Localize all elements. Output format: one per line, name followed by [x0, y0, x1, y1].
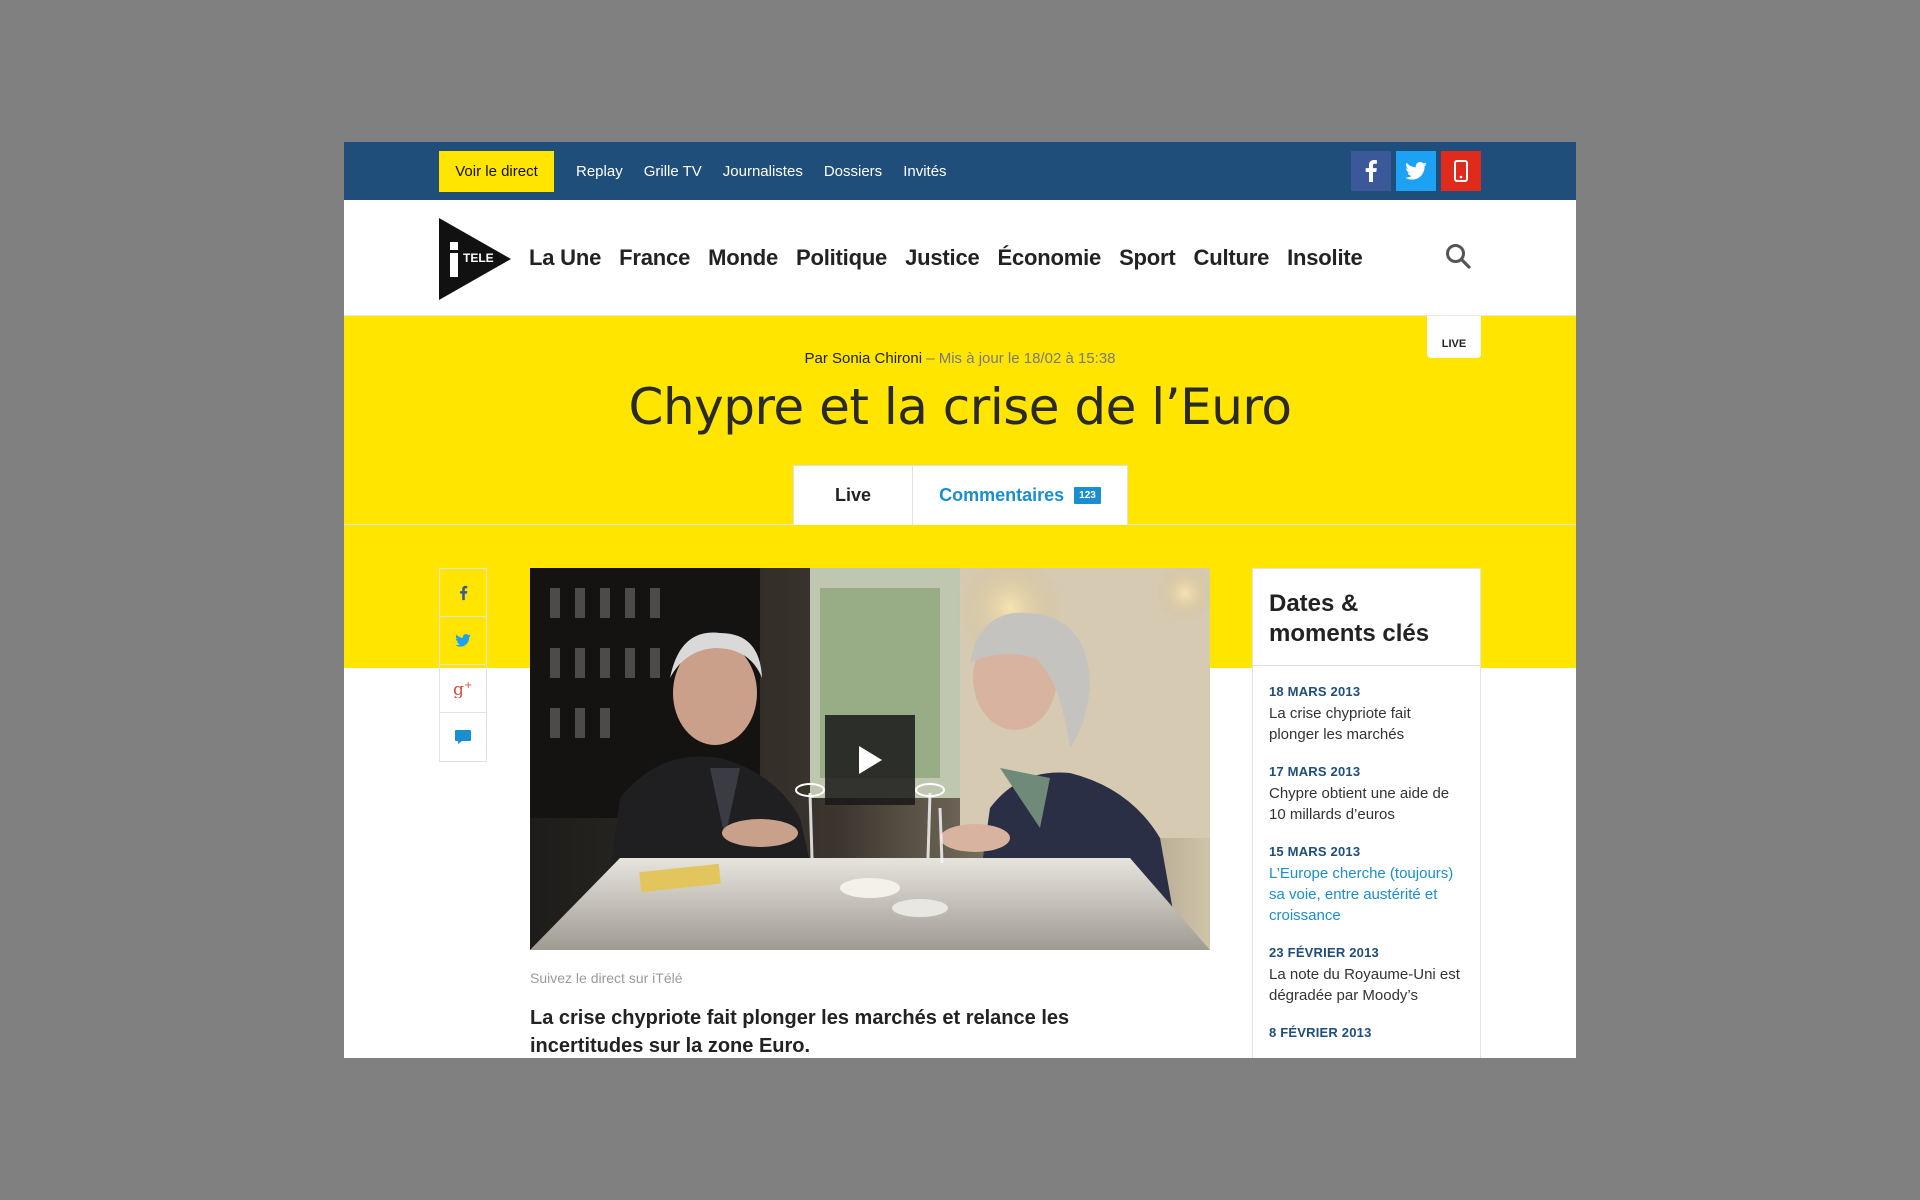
share-bar: g +	[439, 568, 487, 762]
top-nav-dossiers[interactable]: Dossiers	[824, 163, 882, 180]
item-date: 8 FÉVRIER 2013	[1269, 1025, 1372, 1040]
top-nav: Replay Grille TV Journalistes Dossiers I…	[576, 142, 947, 200]
facebook-icon	[459, 585, 467, 600]
video-caption: Suivez le direct sur iTélé	[530, 970, 683, 986]
share-comment-button[interactable]	[440, 713, 486, 761]
comments-count-badge: 123	[1074, 487, 1101, 504]
logo-text: TELE	[463, 251, 494, 265]
nav-france[interactable]: France	[619, 245, 690, 271]
video-player[interactable]	[530, 568, 1210, 950]
updated-time: – Mis à jour le 18/02 à 15:38	[922, 350, 1116, 367]
play-button[interactable]	[825, 715, 915, 805]
tab-comments[interactable]: Commentaires 123	[913, 465, 1128, 525]
sidebar-title: Dates & moments clés	[1253, 569, 1480, 666]
google-plus-icon: g +	[453, 680, 472, 698]
facebook-button[interactable]	[1351, 151, 1391, 191]
nav-insolite[interactable]: Insolite	[1287, 245, 1363, 271]
article-title: Chypre et la crise de l’Euro	[628, 378, 1292, 436]
nav-la-une[interactable]: La Une	[529, 245, 601, 271]
comment-icon	[455, 730, 471, 744]
list-item[interactable]: 8 FÉVRIER 2013	[1269, 1025, 1464, 1040]
share-google-plus-button[interactable]: g +	[440, 665, 486, 713]
nav-economie[interactable]: Économie	[998, 245, 1102, 271]
nav-justice[interactable]: Justice	[905, 245, 980, 271]
svg-text:+: +	[464, 680, 472, 691]
list-item[interactable]: 17 MARS 2013 Chypre obtient une aide de …	[1269, 764, 1464, 825]
key-dates-list: 18 MARS 2013 La crise chypriote fait plo…	[1253, 666, 1480, 1040]
twitter-icon	[455, 634, 471, 647]
top-nav-invites[interactable]: Invités	[903, 163, 946, 180]
byline: Par Sonia Chironi – Mis à jour le 18/02 …	[344, 350, 1576, 367]
list-item[interactable]: 23 FÉVRIER 2013 La note du Royaume-Uni e…	[1269, 945, 1464, 1006]
item-date: 23 FÉVRIER 2013	[1269, 945, 1379, 960]
nav-politique[interactable]: Politique	[796, 245, 887, 271]
list-item[interactable]: 15 MARS 2013 L’Europe cherche (toujours)…	[1269, 844, 1464, 926]
social-links	[1351, 151, 1481, 191]
nav-monde[interactable]: Monde	[708, 245, 778, 271]
item-text: Chypre obtient une aide de 10 millards d…	[1269, 785, 1450, 823]
item-date: 17 MARS 2013	[1269, 764, 1361, 779]
item-text: La note du Royaume-Uni est dégradée par …	[1269, 966, 1460, 1004]
watch-live-button[interactable]: Voir le direct	[439, 151, 554, 192]
key-dates-sidebar: Dates & moments clés 18 MARS 2013 La cri…	[1252, 568, 1481, 1058]
item-text: La crise chypriote fait plonger les marc…	[1269, 705, 1411, 743]
site-header: TELE La Une France Monde Politique Justi…	[344, 200, 1576, 316]
nav-sport[interactable]: Sport	[1119, 245, 1176, 271]
search-icon[interactable]	[1444, 242, 1472, 270]
item-date: 15 MARS 2013	[1269, 844, 1361, 859]
twitter-icon	[1405, 162, 1427, 180]
top-nav-replay[interactable]: Replay	[576, 163, 623, 180]
share-twitter-button[interactable]	[440, 617, 486, 665]
mobile-app-button[interactable]	[1441, 151, 1481, 191]
play-icon	[859, 746, 882, 774]
mobile-icon	[1454, 160, 1468, 182]
tab-comments-label: Commentaires	[939, 485, 1065, 505]
tab-live[interactable]: Live	[793, 465, 913, 525]
twitter-button[interactable]	[1396, 151, 1436, 191]
article-lead: La crise chypriote fait plonger les marc…	[530, 1007, 1070, 1057]
list-item[interactable]: 18 MARS 2013 La crise chypriote fait plo…	[1269, 684, 1464, 745]
article-tabs: Live Commentaires 123	[793, 465, 1128, 525]
svg-text:g: g	[453, 680, 464, 698]
share-facebook-button[interactable]	[440, 569, 486, 617]
facebook-icon	[1365, 160, 1377, 182]
nav-culture[interactable]: Culture	[1194, 245, 1270, 271]
page-frame: Voir le direct Replay Grille TV Journali…	[344, 142, 1576, 1058]
author[interactable]: Par Sonia Chironi	[804, 350, 922, 367]
main-nav: La Une France Monde Politique Justice Éc…	[529, 200, 1363, 316]
item-link[interactable]: L’Europe cherche (toujours) sa voie, ent…	[1269, 863, 1464, 926]
top-nav-journalistes[interactable]: Journalistes	[723, 163, 803, 180]
top-nav-grille-tv[interactable]: Grille TV	[644, 163, 702, 180]
itele-logo[interactable]: TELE	[439, 218, 511, 300]
item-date: 18 MARS 2013	[1269, 684, 1361, 699]
top-bar: Voir le direct Replay Grille TV Journali…	[344, 142, 1576, 200]
